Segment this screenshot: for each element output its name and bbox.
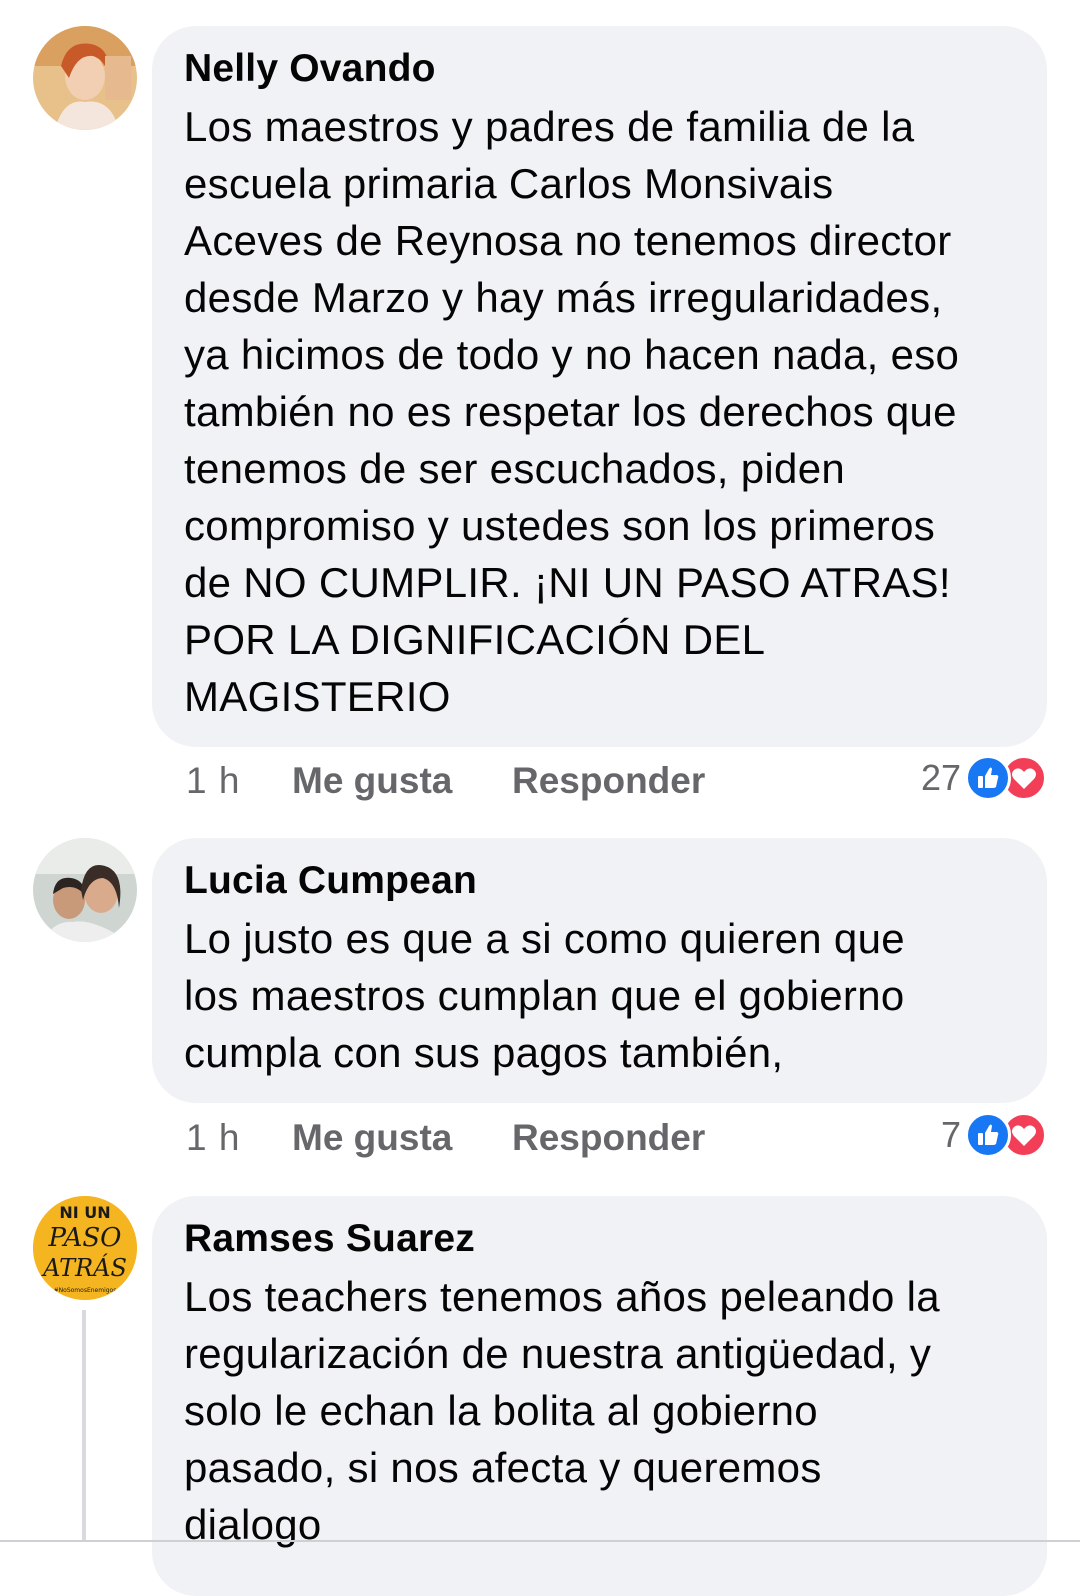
like-button[interactable]: Me gusta bbox=[292, 1117, 452, 1159]
avatar-logo-text-2: PASO bbox=[47, 1223, 121, 1253]
avatar-logo-text-3: ATRÁS bbox=[41, 1253, 127, 1282]
like-icon bbox=[965, 1112, 1011, 1158]
reply-button[interactable]: Responder bbox=[512, 1117, 705, 1159]
comment-actions: 1 h Me gusta Responder 27 bbox=[186, 755, 1047, 810]
comment-bubble: Ramses Suarez Los teachers tenemos años … bbox=[152, 1196, 1047, 1596]
comment-author[interactable]: Nelly Ovando bbox=[184, 46, 1017, 92]
comment-timestamp[interactable]: 1 h bbox=[186, 760, 240, 802]
comment-author[interactable]: Lucia Cumpean bbox=[184, 858, 1017, 904]
comment-text: Lo justo es que a si como quieren que lo… bbox=[184, 915, 905, 1076]
avatar-logo-text-4: #NoSomosEnemigos bbox=[54, 1287, 117, 1294]
like-button[interactable]: Me gusta bbox=[292, 760, 452, 802]
reaction-count: 27 bbox=[920, 757, 961, 798]
comment-bubble: Nelly Ovando Los maestros y padres de fa… bbox=[152, 26, 1047, 747]
reaction-count: 7 bbox=[940, 1114, 961, 1155]
like-icon bbox=[965, 755, 1011, 801]
comment-timestamp[interactable]: 1 h bbox=[186, 1117, 240, 1159]
avatar[interactable] bbox=[33, 838, 137, 942]
avatar-logo-text-1: NI UN bbox=[59, 1203, 110, 1222]
comment-text: Los maestros y padres de familia de la e… bbox=[184, 103, 960, 720]
reaction-summary[interactable]: 7 bbox=[940, 1112, 1047, 1158]
comment-author[interactable]: Ramses Suarez bbox=[184, 1216, 1017, 1262]
comment-bubble: Lucia Cumpean Lo justo es que a si como … bbox=[152, 838, 1047, 1103]
reply-button[interactable]: Responder bbox=[512, 760, 705, 802]
comment-actions: 1 h Me gusta Responder 7 bbox=[186, 1112, 1047, 1167]
avatar[interactable]: NI UN PASO ATRÁS #NoSomosEnemigos bbox=[33, 1196, 137, 1300]
bottom-divider bbox=[0, 1540, 1080, 1542]
reaction-summary[interactable]: 27 bbox=[920, 755, 1047, 801]
comment-text: Los teachers tenemos años peleando la re… bbox=[184, 1273, 940, 1548]
avatar[interactable] bbox=[33, 26, 137, 130]
thread-line bbox=[82, 1310, 86, 1540]
